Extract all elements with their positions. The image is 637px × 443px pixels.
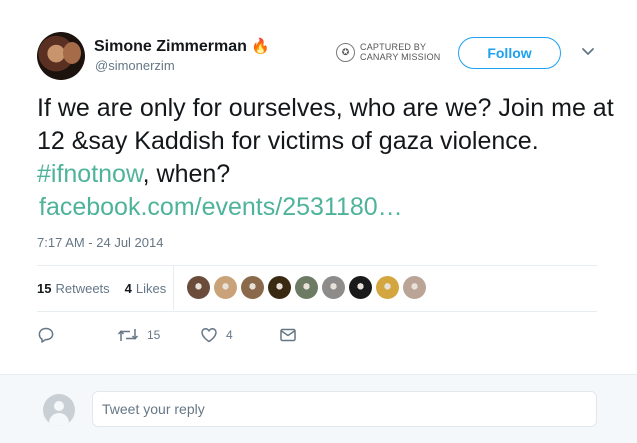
liker-avatar[interactable] [214,276,237,299]
follow-button[interactable]: Follow [458,37,561,69]
author-avatar[interactable] [37,32,85,80]
reply-icon [38,327,54,343]
retweet-count: 15 [147,328,161,342]
liker-avatar[interactable] [322,276,345,299]
author-name[interactable]: Simone Zimmerman 🔥 [94,37,270,56]
reply-action[interactable] [37,326,63,344]
reply-bar [0,374,637,443]
liker-avatar[interactable] [268,276,291,299]
liker-avatar[interactable] [376,276,399,299]
event-link[interactable]: facebook.com/events/2531180… [39,191,617,224]
like-action[interactable]: 4 [200,326,233,344]
liker-avatars [187,276,426,299]
user-avatar-icon [43,394,75,426]
heart-icon [201,328,217,343]
canary-logo-icon: ✪ [336,42,355,62]
direct-message-action[interactable] [279,326,297,344]
canary-mission-watermark: ✪ CAPTURED BY CANARY MISSION [336,42,441,62]
author-handle[interactable]: @simonerzim [95,58,175,73]
chevron-down-icon[interactable] [581,47,595,57]
tweet-card: Simone Zimmerman 🔥 @simonerzim ✪ CAPTURED… [0,0,637,374]
watermark-line2: CANARY MISSION [360,52,441,62]
divider [173,266,174,310]
retweet-action[interactable]: 15 [117,326,160,344]
divider [37,265,597,266]
reply-input[interactable] [92,391,597,427]
liker-avatar[interactable] [403,276,426,299]
watermark-line1: CAPTURED BY [360,42,427,52]
hashtag-link[interactable]: #ifnotnow [37,160,143,188]
likes-stat[interactable]: 4 Likes [125,281,167,296]
engagement-stats: 15 Retweets 4 Likes [37,281,166,296]
liker-avatar[interactable] [295,276,318,299]
tweet-text: If we are only for ourselves, who are we… [37,92,617,224]
retweet-icon [117,329,139,341]
tweet-timestamp[interactable]: 7:17 AM - 24 Jul 2014 [37,235,163,250]
divider [37,311,597,312]
envelope-icon [280,328,296,342]
liker-avatar[interactable] [349,276,372,299]
liker-avatar[interactable] [241,276,264,299]
retweets-stat[interactable]: 15 Retweets [37,281,110,296]
like-count: 4 [226,328,233,342]
fire-emoji-icon: 🔥 [250,38,270,55]
liker-avatar[interactable] [187,276,210,299]
